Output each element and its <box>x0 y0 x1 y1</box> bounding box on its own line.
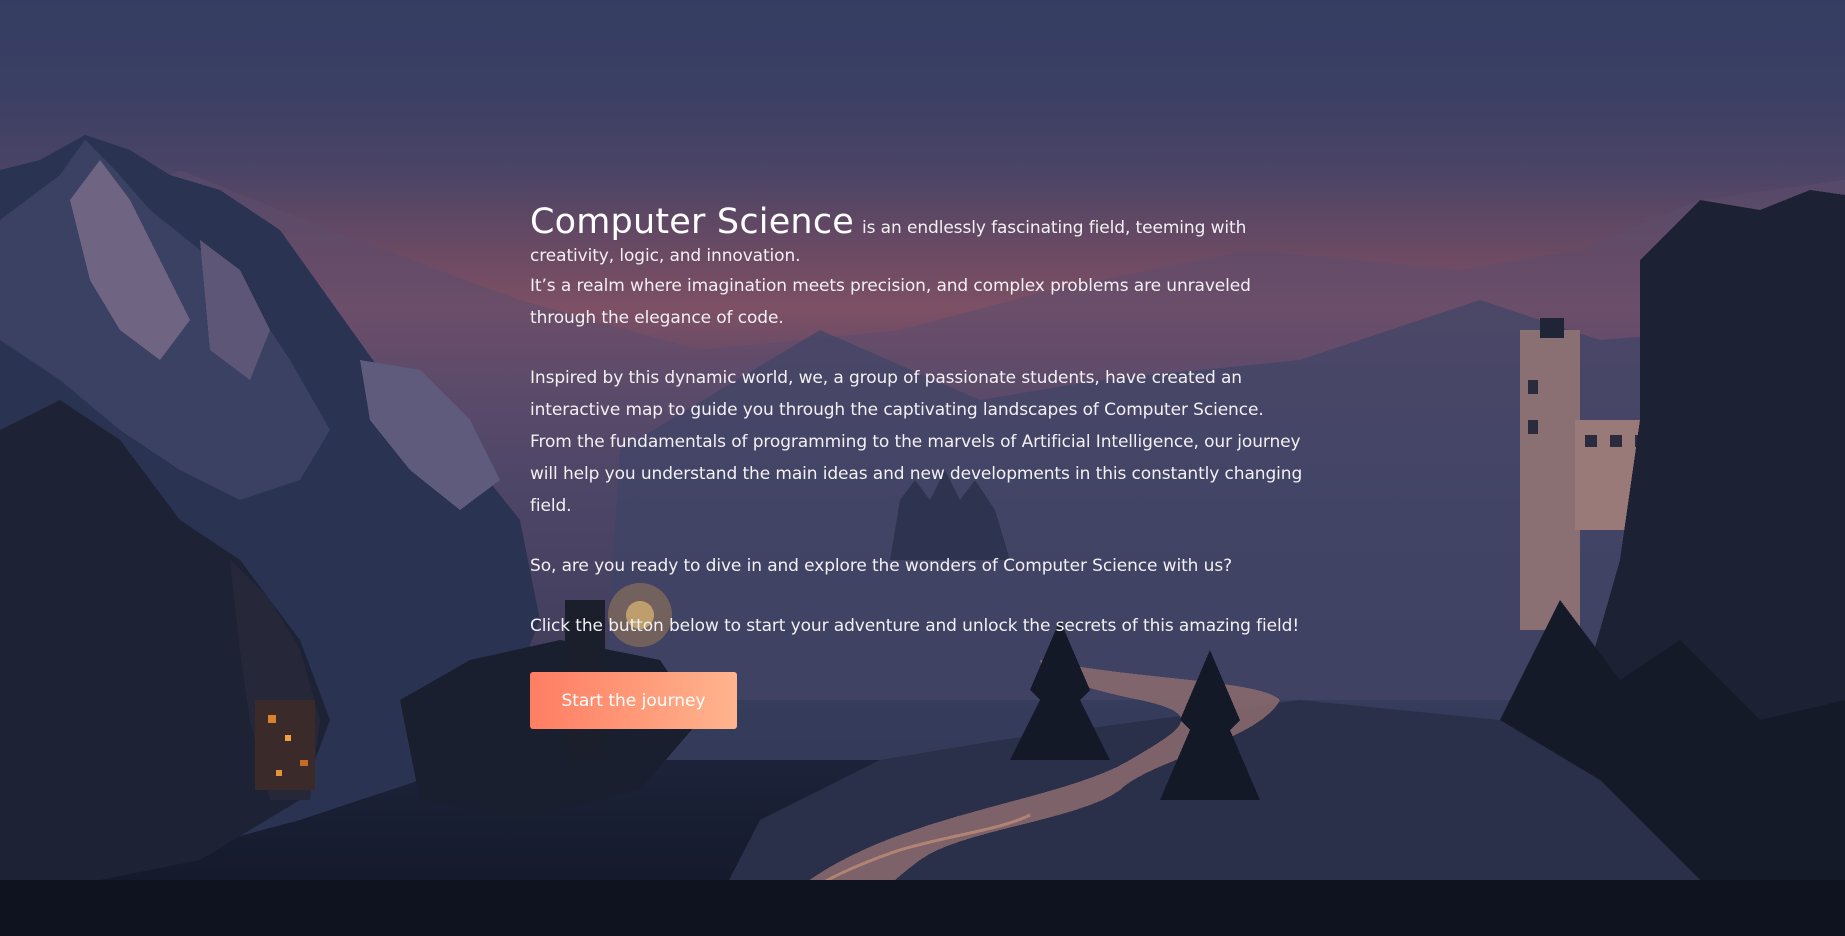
hero-text-block: Computer Science is an endlessly fascinat… <box>530 205 1310 642</box>
inspiration-text: Inspired by this dynamic world, we, a gr… <box>530 368 1264 420</box>
question-text: So, are you ready to dive in and explore… <box>530 556 1233 576</box>
start-journey-button[interactable]: Start the journey <box>530 672 737 729</box>
landing-scene: Computer Science is an endlessly fascinat… <box>0 0 1845 936</box>
journey-text: From the fundamentals of programming to … <box>530 432 1303 516</box>
intro-paragraph: Computer Science is an endlessly fascinat… <box>530 205 1310 270</box>
page-title: Computer Science <box>530 202 854 242</box>
intro-line-2: It’s a realm where imagination meets pre… <box>530 276 1251 328</box>
cta-text: Click the button below to start your adv… <box>530 616 1300 636</box>
